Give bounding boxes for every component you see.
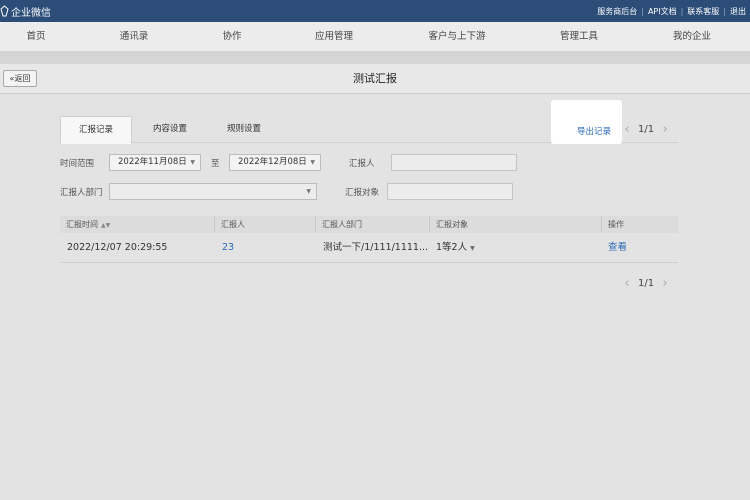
end-date-value: 2022年12月08日 <box>238 157 307 167</box>
nav-my-enterprise[interactable]: 我的企业 <box>673 22 711 52</box>
tab-report-records[interactable]: 汇报记录 <box>60 116 132 144</box>
chevron-down-icon: ▼ <box>306 188 311 195</box>
page-indicator: 1/1 <box>638 124 655 135</box>
reporter-label: 汇报人 <box>349 159 375 169</box>
cell-reporter[interactable]: 23 <box>215 233 315 263</box>
export-records-link[interactable]: 导出记录 <box>577 125 611 137</box>
brand[interactable]: 企业微信 <box>0 0 51 22</box>
export-highlight <box>551 100 622 144</box>
main-nav: 首页 通讯录 协作 应用管理 客户与上下游 管理工具 我的企业 <box>0 22 750 52</box>
brand-name: 企业微信 <box>11 7 51 19</box>
col-report-target: 汇报对象 <box>429 216 601 233</box>
col-report-time[interactable]: 汇报时间 ▲▼ <box>60 216 214 233</box>
to-label: 至 <box>211 159 220 169</box>
table-header: 汇报时间 ▲▼ 汇报人 汇报人部门 汇报对象 操作 <box>60 216 678 233</box>
cell-time: 2022/12/07 20:29:55 <box>67 242 168 253</box>
pager-top: ‹ 1/1 › <box>620 122 672 137</box>
top-links: 服务商后台 | API文档 | 联系客服 | 退出 <box>593 0 750 22</box>
time-range-label: 时间范围 <box>60 159 95 169</box>
report-target-label: 汇报对象 <box>345 188 380 198</box>
start-date-select[interactable]: 2022年11月08日 ▼ <box>109 154 201 171</box>
report-target-input[interactable] <box>387 183 513 200</box>
nav-customers[interactable]: 客户与上下游 <box>428 22 485 52</box>
nav-home[interactable]: 首页 <box>26 22 45 52</box>
page-indicator: 1/1 <box>638 278 655 289</box>
top-bar: 企业微信 服务商后台 | API文档 | 联系客服 | 退出 <box>0 0 750 22</box>
tab-rule-settings[interactable]: 规则设置 <box>208 116 280 143</box>
nav-collaboration[interactable]: 协作 <box>222 22 241 52</box>
prev-page-button[interactable]: ‹ <box>620 276 634 291</box>
reporter-dept-select[interactable]: ▼ <box>109 183 317 200</box>
link-contact-support[interactable]: 联系客服 <box>683 6 723 17</box>
pager-bottom: ‹ 1/1 › <box>620 276 672 291</box>
link-api-docs[interactable]: API文档 <box>644 6 681 17</box>
nav-app-management[interactable]: 应用管理 <box>315 22 353 52</box>
reporter-input[interactable] <box>391 154 517 171</box>
divider-strip <box>0 52 750 64</box>
cell-dept: 测试一下/1/111/1111... <box>323 242 429 253</box>
wecom-logo-icon <box>0 5 9 17</box>
prev-page-button[interactable]: ‹ <box>620 122 634 137</box>
sort-icon[interactable]: ▲▼ <box>101 222 110 229</box>
col-reporter-dept: 汇报人部门 <box>315 216 429 233</box>
page-title: 测试汇报 <box>353 72 397 85</box>
cell-target[interactable]: 1等2人 ▼ <box>429 233 601 263</box>
page-header: «返回 测试汇报 <box>0 64 750 94</box>
start-date-value: 2022年11月08日 <box>118 157 187 167</box>
tab-content-settings[interactable]: 内容设置 <box>134 116 206 143</box>
cell-target-text: 1等2人 <box>436 242 468 253</box>
link-service-provider[interactable]: 服务商后台 <box>593 6 641 17</box>
next-page-button[interactable]: › <box>658 276 672 291</box>
view-link[interactable]: 查看 <box>601 233 678 263</box>
table-row: 2022/12/07 20:29:55 23 测试一下/1/111/1111..… <box>60 233 678 263</box>
col-report-time-label: 汇报时间 <box>66 220 98 229</box>
reporter-dept-label: 汇报人部门 <box>60 188 103 198</box>
col-actions: 操作 <box>601 216 678 233</box>
next-page-button[interactable]: › <box>658 122 672 137</box>
back-button[interactable]: «返回 <box>3 70 37 87</box>
nav-contacts[interactable]: 通讯录 <box>120 22 149 52</box>
col-reporter: 汇报人 <box>214 216 315 233</box>
end-date-select[interactable]: 2022年12月08日 ▼ <box>229 154 321 171</box>
nav-management-tools[interactable]: 管理工具 <box>560 22 598 52</box>
chevron-down-icon[interactable]: ▼ <box>470 245 475 252</box>
chevron-down-icon: ▼ <box>190 159 195 166</box>
chevron-down-icon: ▼ <box>310 159 315 166</box>
link-logout[interactable]: 退出 <box>726 6 750 17</box>
